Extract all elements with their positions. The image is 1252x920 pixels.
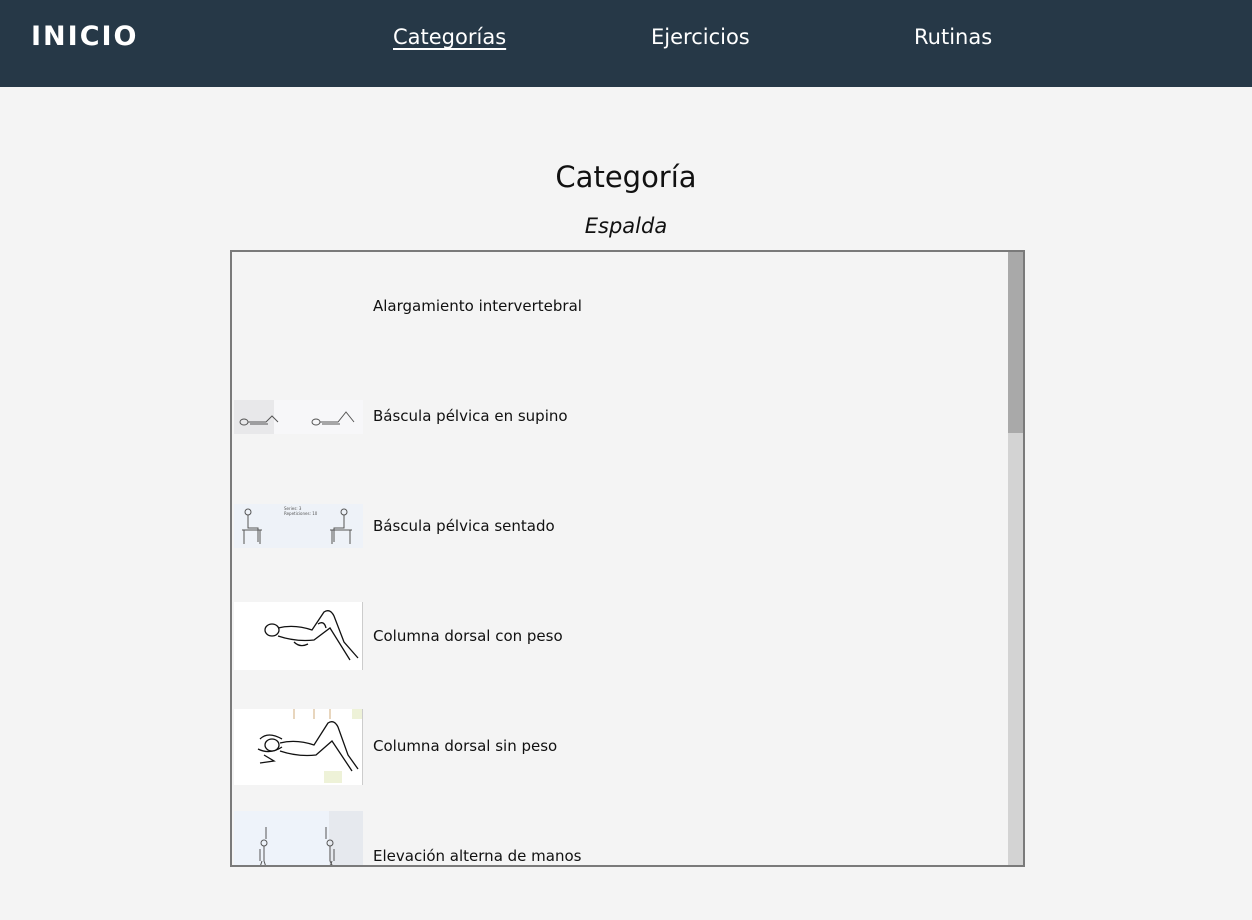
arm-raise-figures-sketch-icon (259, 811, 363, 865)
lying-figure-hands-behind-head-sketch-icon (257, 709, 362, 783)
category-name: Espalda (584, 214, 668, 238)
exercise-item[interactable]: Alargamiento intervertebral (232, 252, 1008, 362)
exercise-image[interactable] (234, 602, 363, 670)
exercise-list[interactable]: Alargamiento intervertebral Báscula pélv… (230, 250, 1025, 867)
nav-link-categorias[interactable]: Categorías (393, 25, 506, 49)
exercise-label[interactable]: Báscula pélvica en supino (373, 407, 568, 425)
nav-link-ejercicios[interactable]: Ejercicios (651, 25, 750, 49)
supine-figures-sketch-icon (234, 400, 355, 434)
top-nav-bar: INICIO Categorías Ejercicios Rutinas (0, 0, 1252, 87)
list-scrollbar[interactable] (1008, 252, 1023, 865)
exercise-label[interactable]: Columna dorsal con peso (373, 627, 563, 645)
lying-figure-sketch-icon (264, 610, 359, 661)
nav-link-rutinas[interactable]: Rutinas (914, 25, 992, 49)
scrollbar-thumb[interactable] (1008, 252, 1023, 433)
exercise-image[interactable]: Series: 3 Repeticiones: 10 (234, 504, 363, 548)
exercise-image[interactable] (234, 811, 363, 865)
exercise-image[interactable] (234, 709, 363, 785)
exercise-item[interactable]: Elevación alterna de manos (232, 802, 1008, 865)
exercise-item[interactable]: Series: 3 Repeticiones: 10 Báscula pélvi… (232, 472, 1008, 582)
exercise-item[interactable]: Báscula pélvica en supino (232, 362, 1008, 472)
page-title: Categoría (555, 160, 697, 194)
exercise-item[interactable]: Columna dorsal sin peso (232, 692, 1008, 802)
exercise-label[interactable]: Elevación alterna de manos (373, 847, 581, 865)
exercise-label[interactable]: Báscula pélvica sentado (373, 517, 555, 535)
home-link[interactable]: INICIO (31, 21, 139, 52)
exercise-image[interactable] (234, 400, 363, 434)
exercise-label[interactable]: Alargamiento intervertebral (373, 297, 582, 315)
exercise-label[interactable]: Columna dorsal sin peso (373, 737, 557, 755)
exercise-item[interactable]: Columna dorsal con peso (232, 582, 1008, 692)
exercise-image-caption: Series: 3 Repeticiones: 10 (284, 506, 318, 516)
